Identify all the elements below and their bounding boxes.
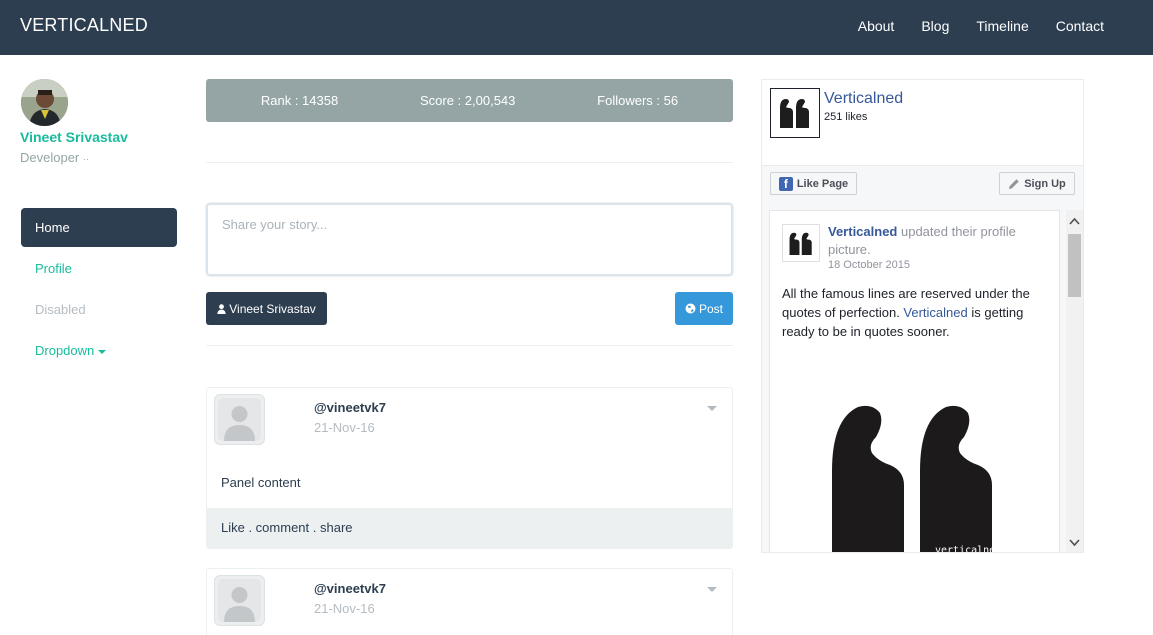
fb-signup-button[interactable]: Sign Up xyxy=(999,172,1075,195)
pencil-icon xyxy=(1009,178,1019,189)
post-options-caret-icon[interactable] xyxy=(707,587,717,592)
feed-post: @vineetvk7 21-Nov-16 xyxy=(206,568,733,635)
share-story-input[interactable] xyxy=(206,203,733,276)
fb-story-date[interactable]: 18 October 2015 xyxy=(828,259,910,271)
side-nav-home-label: Home xyxy=(35,220,70,235)
fb-story-quote-image[interactable]: verticalned xyxy=(822,401,1007,553)
post-username[interactable]: @vineetvk7 xyxy=(314,400,386,415)
divider xyxy=(206,162,733,163)
post-button[interactable]: Post xyxy=(675,292,733,325)
nav-link-blog[interactable]: Blog xyxy=(921,18,949,34)
side-nav-disabled-label: Disabled xyxy=(35,302,86,317)
user-role-suffix: ·· xyxy=(82,154,89,164)
quote-marks-logo-icon xyxy=(789,232,812,255)
top-navbar: VERTICALNED About Blog Timeline Contact xyxy=(0,0,1153,55)
post-username[interactable]: @vineetvk7 xyxy=(314,581,386,596)
side-nav-profile[interactable]: Profile xyxy=(21,249,177,288)
stat-rank: Rank : 14358 xyxy=(260,93,339,108)
nav-links: About Blog Timeline Contact xyxy=(858,18,1104,34)
fb-story-author-logo[interactable] xyxy=(782,224,820,262)
default-user-icon xyxy=(224,406,255,441)
globe-icon xyxy=(685,303,696,314)
fb-timeline-feed[interactable]: Verticalned updated their profile pictur… xyxy=(762,201,1083,553)
nav-link-about[interactable]: About xyxy=(858,18,895,34)
fb-page-logo[interactable] xyxy=(770,88,820,138)
fb-widget-toolbar: f Like Page Sign Up xyxy=(762,165,1083,201)
stat-followers[interactable]: Followers : 56 xyxy=(597,93,678,108)
fb-like-page-button[interactable]: f Like Page xyxy=(770,172,857,195)
fb-story-text-link[interactable]: Verticalned xyxy=(903,305,967,320)
user-name[interactable]: Vineet Srivastav xyxy=(20,129,128,145)
post-date: 21-Nov-16 xyxy=(314,601,375,616)
post-options-caret-icon[interactable] xyxy=(707,406,717,411)
quote-marks-logo-icon xyxy=(780,99,809,128)
user-avatar[interactable] xyxy=(21,79,68,126)
fb-story-image-caption: verticalned xyxy=(935,545,1001,553)
facebook-f-icon: f xyxy=(778,176,793,191)
user-role-label: Developer xyxy=(20,150,80,165)
post-button-label: Post xyxy=(698,301,723,316)
side-nav-dropdown-label: Dropdown xyxy=(35,343,95,358)
stat-score: Score : 2,00,543 xyxy=(419,93,516,108)
nav-link-timeline[interactable]: Timeline xyxy=(976,18,1028,34)
chevron-up-icon[interactable] xyxy=(1069,216,1080,227)
brand-logo-text[interactable]: VERTICALNED xyxy=(20,15,148,36)
stats-bar: Rank : 14358 Score : 2,00,543 Followers … xyxy=(206,79,733,122)
post-body: Panel content xyxy=(221,475,301,490)
fb-story-text: All the famous lines are reserved under … xyxy=(782,284,1052,341)
post-avatar[interactable] xyxy=(214,575,265,626)
user-role: Developer ·· xyxy=(20,150,89,165)
fb-page-name[interactable]: Verticalned xyxy=(824,90,903,108)
fb-signup-label: Sign Up xyxy=(1024,177,1066,190)
caret-down-icon xyxy=(98,349,107,354)
fb-scrollbar-thumb[interactable] xyxy=(1068,234,1081,297)
fb-feed-scrollbar[interactable] xyxy=(1066,210,1083,552)
nav-link-contact[interactable]: Contact xyxy=(1056,18,1104,34)
post-avatar[interactable] xyxy=(214,394,265,445)
post-actions[interactable]: Like . comment . share xyxy=(207,508,732,548)
side-nav-home[interactable]: Home xyxy=(21,208,177,247)
fb-story-headline: Verticalned updated their profile pictur… xyxy=(828,223,1053,259)
fb-page-likes: 251 likes xyxy=(824,111,868,123)
user-icon xyxy=(217,303,226,314)
chevron-down-icon[interactable] xyxy=(1069,537,1080,548)
post-date: 21-Nov-16 xyxy=(314,420,375,435)
side-nav: Home Profile Disabled Dropdown xyxy=(21,208,177,372)
default-user-icon xyxy=(224,587,255,622)
feed-post: @vineetvk7 21-Nov-16 Panel content Like … xyxy=(206,387,733,549)
divider xyxy=(206,345,733,346)
facebook-page-widget: Verticalned 251 likes f Like Page Sign U… xyxy=(761,79,1084,553)
fb-widget-header: Verticalned 251 likes xyxy=(762,80,1083,165)
fb-story-author[interactable]: Verticalned xyxy=(828,224,897,239)
side-nav-profile-label: Profile xyxy=(35,261,72,276)
current-user-button[interactable]: Vineet Srivastav xyxy=(206,292,327,325)
side-nav-dropdown[interactable]: Dropdown xyxy=(21,331,177,370)
side-nav-disabled: Disabled xyxy=(21,290,177,329)
fb-story-card: Verticalned updated their profile pictur… xyxy=(769,210,1060,553)
fb-like-page-label: Like Page xyxy=(796,177,849,190)
current-user-button-label: Vineet Srivastav xyxy=(229,301,316,316)
